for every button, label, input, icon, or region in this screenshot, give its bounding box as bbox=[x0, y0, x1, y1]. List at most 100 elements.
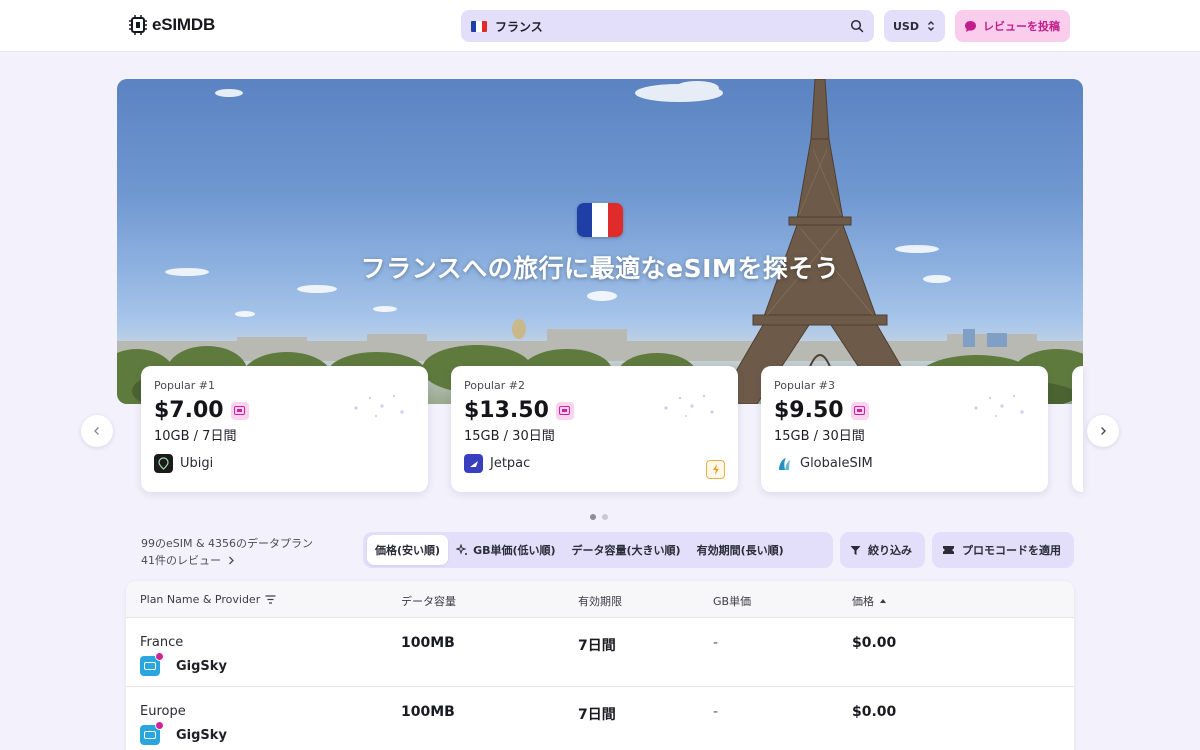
hero-banner: フランスへの旅行に最適なeSIMを探そう bbox=[117, 79, 1083, 404]
sort-up-icon bbox=[880, 599, 886, 603]
write-review-label: レビューを投稿 bbox=[983, 20, 1060, 33]
column-header-validity-label: 有効期限 bbox=[578, 595, 622, 608]
provider-name: GigSky bbox=[176, 727, 227, 743]
currency-select[interactable]: USD bbox=[884, 10, 945, 42]
column-header-validity[interactable]: 有効期限 bbox=[578, 593, 622, 609]
hero-title: フランスへの旅行に最適なeSIMを探そう bbox=[360, 254, 840, 283]
plan-price: $7.00 bbox=[154, 398, 224, 423]
popular-plan-card-peek bbox=[1072, 366, 1083, 492]
verified-check-icon bbox=[155, 721, 164, 730]
results-summary: 99のeSIM & 4356のデータプラン 41件のレビュー bbox=[141, 535, 313, 569]
validity-period: 7日間 bbox=[578, 638, 616, 654]
search-icon[interactable] bbox=[850, 19, 864, 33]
column-header-price-label: 価格 bbox=[852, 595, 874, 608]
data-amount: 100MB bbox=[401, 704, 455, 720]
column-header-gb-price[interactable]: GB単価 bbox=[713, 593, 751, 609]
lightning-bolt-icon bbox=[706, 460, 725, 479]
verified-check-icon bbox=[155, 652, 164, 661]
plan-details: 10GB / 7日間 bbox=[154, 429, 237, 444]
popular-rank: Popular #3 bbox=[774, 379, 835, 392]
sort-by-price[interactable]: 価格(安い順) bbox=[367, 535, 449, 565]
funnel-icon bbox=[850, 545, 861, 555]
table-row[interactable]: Europe GigSky 100MB 7日間 - $0.00 bbox=[126, 687, 1074, 750]
carousel-prev-button[interactable] bbox=[81, 415, 113, 447]
gigsky-logo-icon bbox=[140, 721, 164, 745]
popular-plan-card[interactable]: Popular #3 $9.50 15GB / 30日間 GlobaleSIM bbox=[761, 366, 1048, 492]
gigsky-logo-icon bbox=[140, 652, 164, 676]
apply-promo-code-button[interactable]: プロモコードを適用 bbox=[932, 532, 1074, 568]
write-review-button[interactable]: レビューを投稿 bbox=[955, 10, 1070, 42]
carousel-dot[interactable] bbox=[590, 514, 596, 520]
validity-period: 7日間 bbox=[578, 707, 616, 723]
sort-by-gb-price[interactable]: GB単価(低い順) bbox=[448, 535, 563, 565]
esim-badge-icon bbox=[230, 401, 249, 420]
logo[interactable]: eSIMDB bbox=[129, 15, 215, 35]
jetpac-logo-icon bbox=[464, 454, 483, 473]
plan-details: 15GB / 30日間 bbox=[464, 429, 555, 444]
provider-name: Jetpac bbox=[490, 456, 531, 471]
filter-button[interactable]: 絞り込み bbox=[840, 532, 925, 568]
sort-by-validity[interactable]: 有効期間(長い順) bbox=[689, 535, 792, 565]
top-nav-bar: eSIMDB フランス USD レビューを投稿 bbox=[0, 0, 1200, 52]
popular-plan-card[interactable]: Popular #2 $13.50 15GB / 30日間 Jetpac bbox=[451, 366, 738, 492]
popular-rank: Popular #1 bbox=[154, 379, 215, 392]
ticket-icon bbox=[943, 546, 954, 554]
carousel-pagination bbox=[590, 514, 608, 520]
promo-label: プロモコードを適用 bbox=[962, 544, 1061, 557]
table-header: Plan Name & Provider データ容量 有効期限 GB単価 価格 bbox=[126, 581, 1074, 618]
sort-by-price-label: 価格(安い順) bbox=[375, 544, 441, 557]
currency-value: USD bbox=[893, 19, 919, 33]
sort-by-data[interactable]: データ容量(大きい順) bbox=[564, 535, 689, 565]
column-header-gb-price-label: GB単価 bbox=[713, 595, 752, 608]
data-amount: 100MB bbox=[401, 635, 455, 651]
sort-by-data-label: データ容量(大きい順) bbox=[571, 544, 681, 557]
search-value: フランス bbox=[495, 19, 543, 34]
updown-chevron-icon bbox=[928, 21, 934, 31]
destination-search-input[interactable]: フランス bbox=[461, 10, 874, 42]
chevron-right-icon bbox=[1101, 427, 1106, 435]
ubigi-logo-icon bbox=[154, 454, 173, 473]
column-header-price[interactable]: 価格 bbox=[852, 593, 887, 609]
column-header-plan[interactable]: Plan Name & Provider bbox=[140, 593, 276, 606]
reviews-link[interactable]: 41件のレビュー bbox=[141, 552, 313, 569]
column-header-plan-label: Plan Name & Provider bbox=[140, 593, 261, 606]
chevron-right-icon bbox=[229, 556, 234, 565]
sparkle-decoration-icon bbox=[354, 394, 404, 417]
plan-price: $0.00 bbox=[852, 635, 897, 651]
plan-price: $0.00 bbox=[852, 704, 897, 720]
chip-logo-icon bbox=[129, 15, 147, 35]
france-flag-icon bbox=[577, 203, 623, 237]
sort-options: 価格(安い順) GB単価(低い順) データ容量(大きい順) 有効期間(長い順) bbox=[363, 532, 833, 568]
sort-by-validity-label: 有効期間(長い順) bbox=[696, 544, 784, 557]
carousel-next-button[interactable] bbox=[1087, 415, 1119, 447]
plans-table: Plan Name & Provider データ容量 有効期限 GB単価 価格 … bbox=[126, 581, 1074, 750]
logo-text: eSIMDB bbox=[152, 15, 216, 34]
sparkle-decoration-icon bbox=[664, 394, 714, 417]
chevron-left-icon bbox=[94, 427, 99, 435]
chat-bubble-icon bbox=[965, 20, 976, 32]
column-header-data[interactable]: データ容量 bbox=[401, 593, 456, 609]
popular-rank: Popular #2 bbox=[464, 379, 525, 392]
plan-details: 15GB / 30日間 bbox=[774, 429, 865, 444]
results-count: 99のeSIM & 4356のデータプラン bbox=[141, 537, 314, 550]
plan-name: Europe bbox=[140, 704, 186, 719]
plan-price: $13.50 bbox=[464, 398, 549, 423]
gb-unit-price: - bbox=[713, 704, 719, 720]
popular-plan-card[interactable]: Popular #1 $7.00 10GB / 7日間 Ubigi bbox=[141, 366, 428, 492]
reviews-link-label: 41件のレビュー bbox=[141, 554, 221, 567]
globalesim-logo-icon bbox=[774, 454, 793, 473]
esim-badge-icon bbox=[555, 401, 574, 420]
provider-name: GigSky bbox=[176, 658, 227, 674]
gb-unit-price: - bbox=[713, 635, 719, 651]
filter-lines-icon bbox=[265, 595, 276, 604]
provider-name: GlobaleSIM bbox=[800, 456, 873, 471]
carousel-dot[interactable] bbox=[602, 514, 608, 520]
sparkle-icon bbox=[456, 544, 468, 555]
table-row[interactable]: France GigSky 100MB 7日間 - $0.00 bbox=[126, 618, 1074, 687]
provider-name: Ubigi bbox=[180, 456, 214, 471]
plan-name: France bbox=[140, 635, 184, 650]
france-flag-icon bbox=[471, 20, 487, 32]
eiffel-tower-background-image bbox=[117, 79, 1083, 404]
filter-label: 絞り込み bbox=[868, 544, 912, 557]
sparkle-decoration-icon bbox=[974, 394, 1024, 417]
